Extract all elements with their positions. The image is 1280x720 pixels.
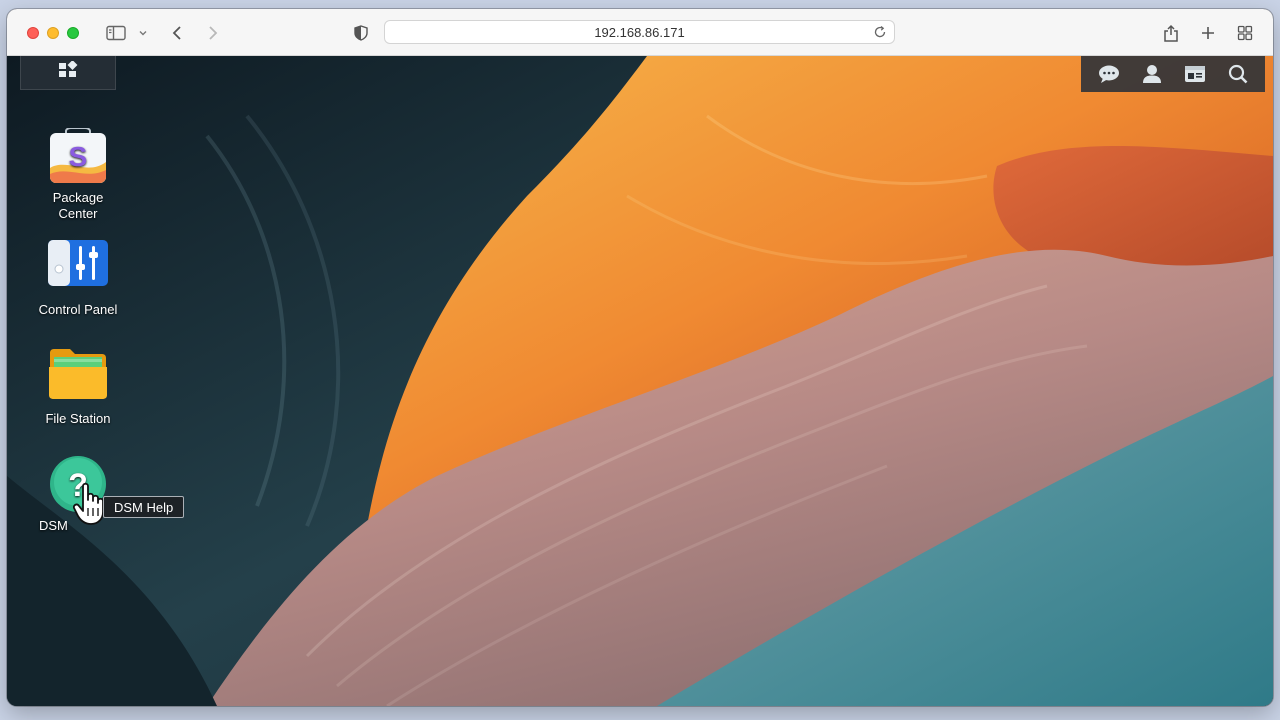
control-panel-shortcut[interactable]: Control Panel [23, 240, 133, 318]
close-window-button[interactable] [27, 27, 39, 39]
url-text: 192.168.86.171 [594, 24, 685, 40]
browser-toolbar: 192.168.86.171 [7, 9, 1273, 56]
chevron-left-icon[interactable] [167, 22, 187, 44]
browser-window: 192.168.86.171 S Package Center Control … [7, 9, 1273, 706]
file-station-shortcut[interactable]: File Station [23, 349, 133, 427]
shield-icon[interactable] [351, 22, 371, 44]
svg-text:S: S [69, 141, 88, 172]
dsm-help-tooltip: DSM Help [103, 496, 185, 518]
package-center-icon: S [48, 127, 108, 184]
file-station-icon [48, 349, 108, 405]
share-icon[interactable] [1161, 22, 1181, 44]
reload-icon[interactable] [873, 25, 887, 42]
widgets-icon[interactable] [1182, 61, 1208, 87]
chevron-right-icon[interactable] [203, 22, 223, 44]
file-station-label: File Station [45, 411, 111, 426]
main-menu-button[interactable] [20, 56, 116, 90]
plus-icon[interactable] [1198, 22, 1218, 44]
main-menu-icon [58, 60, 78, 84]
package-center-shortcut[interactable]: S Package Center [23, 127, 133, 222]
package-center-label-line1: Package [52, 190, 104, 205]
zoom-window-button[interactable] [67, 27, 79, 39]
canyon-wallpaper [7, 56, 1273, 706]
dsm-desktop[interactable]: S Package Center Control Panel File Stat… [7, 56, 1273, 706]
chevron-down-icon[interactable] [136, 22, 150, 44]
address-bar[interactable]: 192.168.86.171 [384, 20, 895, 44]
minimize-window-button[interactable] [47, 27, 59, 39]
control-panel-label: Control Panel [38, 302, 118, 317]
chat-icon[interactable] [1096, 61, 1122, 87]
package-center-label-line2: Center [58, 206, 98, 221]
grid-icon[interactable] [1235, 22, 1255, 44]
user-icon[interactable] [1139, 61, 1165, 87]
dsm-top-right-toolbar [1081, 56, 1265, 92]
control-panel-icon [48, 240, 108, 296]
sidebar-icon[interactable] [105, 22, 127, 44]
search-icon[interactable] [1225, 61, 1251, 87]
